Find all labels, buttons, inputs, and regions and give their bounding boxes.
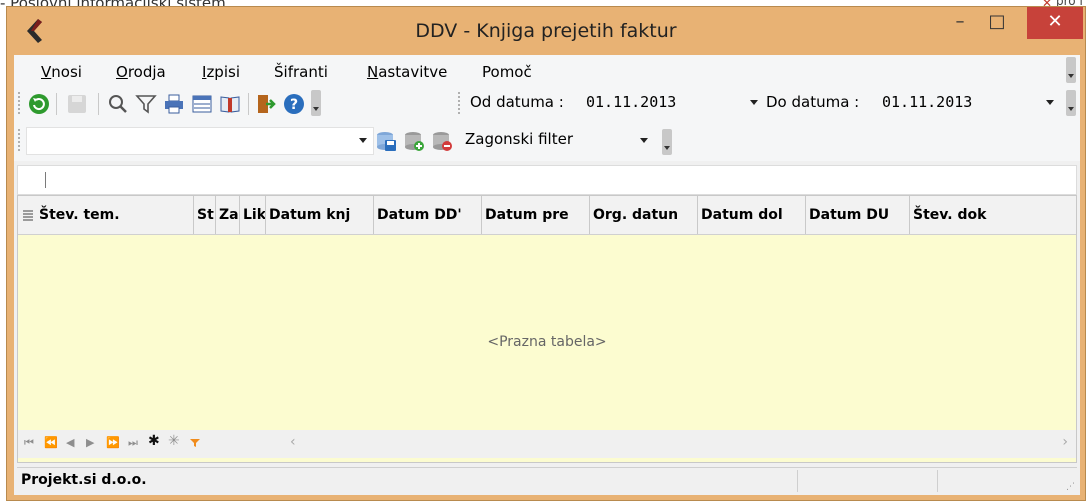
menu-label: nosi [51,63,82,81]
column-header[interactable]: Org. datun [590,196,698,234]
book-icon[interactable] [219,93,241,115]
close-button[interactable]: ✕ [1027,7,1083,39]
to-date-field[interactable]: 01.11.2013 [882,93,972,111]
help-icon[interactable]: ? [283,93,305,115]
column-header[interactable]: Štev. tem. [36,196,194,234]
menu-accel: N [367,63,379,81]
from-date-dropdown-icon[interactable] [750,100,758,105]
nav-prev-icon[interactable]: ◀ [66,436,74,449]
column-header[interactable]: Štev. dok [910,196,1060,234]
toolbar-overflow-chevron[interactable] [311,90,321,116]
date-toolbar-overflow-chevron[interactable] [1066,90,1076,116]
startup-filter-dropdown-icon[interactable] [640,138,648,143]
column-chooser-icon[interactable] [22,209,34,221]
column-header[interactable]: Datum pre [482,196,590,234]
to-date-label: Do datuma : [766,93,860,111]
filter-icon[interactable] [135,93,157,115]
menu-accel: V [41,63,52,81]
scroll-right-icon[interactable]: › [1062,434,1068,450]
search-icon[interactable] [107,93,129,115]
date-toolbar-grip[interactable] [458,92,463,114]
nav-last-icon[interactable]: ⏭ [128,436,138,450]
window-client-area: Vnosi Orodja Izpisi Šifranti Nastavitve … [14,55,1080,495]
status-company: Projekt.si d.o.o. [21,472,147,488]
refresh-icon[interactable] [28,93,50,115]
filter-toolbar: Zagonski filter [14,121,1080,161]
nav-next-page-icon[interactable]: ⏩ [106,436,120,449]
to-date-dropdown-icon[interactable] [1046,100,1054,105]
column-header[interactable]: Za [216,196,240,234]
group-panel [17,165,1077,195]
invoice-grid: Štev. tem. St Za Lik Datum knj Datum DD'… [17,195,1077,463]
exit-icon[interactable] [255,93,277,115]
filter-select[interactable] [26,127,374,155]
menu-sifranti[interactable]: Šifranti [274,63,328,81]
toolbar-grip[interactable] [18,92,23,114]
table-view-icon[interactable] [191,93,213,115]
svg-text:?: ? [290,97,298,113]
nav-first-icon[interactable]: ⏮ [24,436,34,450]
menu-nastavitve[interactable]: Nastavitve [367,63,447,81]
menu-label: zpisi [206,63,240,81]
nav-insert-icon[interactable]: ✱ [148,433,160,449]
filter-toolbar-overflow-chevron[interactable] [662,129,672,155]
empty-table-message: <Prazna tabela> [487,334,607,350]
column-header[interactable]: St [194,196,216,234]
menu-accel: O [116,63,128,81]
status-panel [937,470,1078,492]
main-window: DDV - Knjiga prejetih faktur – □ ✕ Vnosi… [6,6,1086,501]
nav-prev-page-icon[interactable]: ⏪ [44,436,58,449]
nav-next-icon[interactable]: ▶ [86,436,94,449]
menu-label: Pomoč [482,63,532,81]
scroll-left-icon[interactable]: ‹ [290,434,296,450]
from-date-label: Od datuma : [470,93,564,111]
menu-overflow-chevron[interactable] [1066,57,1076,83]
column-header[interactable]: Lik [240,196,266,234]
toolbar-separator [248,93,249,115]
horizontal-scrollbar[interactable]: ‹ › [214,430,1074,456]
column-header[interactable]: Datum knj [266,196,374,234]
status-panel [797,470,938,492]
filter-select-dropdown-icon[interactable] [359,138,367,143]
nav-delete-icon[interactable]: ✳ [168,433,180,449]
menu-bar: Vnosi Orodja Izpisi Šifranti Nastavitve … [14,55,1080,85]
startup-filter-label: Zagonski filter [465,130,574,148]
group-panel-divider [45,172,46,188]
save-filter-icon[interactable] [375,130,397,152]
toolbar-separator [56,93,57,115]
save-disabled-icon [68,95,86,113]
column-header[interactable]: Datum DU [806,196,910,234]
grid-navigator: ⏮ ⏪ ◀ ▶ ⏩ ⏭ ✱ ✳ ‹ › [18,430,1076,458]
print-icon[interactable] [163,93,185,115]
window-title: DDV - Knjiga prejetih faktur [415,20,677,42]
menu-label: rodja [127,63,166,81]
add-filter-icon[interactable] [403,130,425,152]
title-bar[interactable]: DDV - Knjiga prejetih faktur – □ ✕ [7,7,1085,55]
menu-label: astavitve [378,63,448,81]
main-toolbar: ? Od datuma : 01.11.2013 Do datuma : 01.… [14,85,1080,121]
grid-header: Štev. tem. St Za Lik Datum knj Datum DD'… [18,196,1076,235]
column-header[interactable]: Datum DD' [374,196,482,234]
nav-filter-icon[interactable] [190,438,200,448]
status-bar: Projekt.si d.o.o. ⋰ [17,467,1077,494]
toolbar-grip[interactable] [18,129,23,151]
startup-filter-button[interactable]: Zagonski filter [465,130,573,148]
menu-pomoc[interactable]: Pomoč [482,63,532,81]
resize-grip-icon[interactable]: ⋰ [1066,482,1075,492]
from-date-field[interactable]: 01.11.2013 [586,93,676,111]
remove-filter-icon[interactable] [431,130,453,152]
minimize-button[interactable]: – [945,7,975,39]
menu-orodja[interactable]: Orodja [116,63,166,81]
column-header[interactable]: Datum dol [698,196,806,234]
menu-izpisi[interactable]: Izpisi [202,63,240,81]
toolbar-separator [98,93,99,115]
menu-label: Šifranti [274,63,328,81]
menu-vnosi[interactable]: Vnosi [41,63,82,81]
maximize-button[interactable]: □ [977,7,1017,39]
